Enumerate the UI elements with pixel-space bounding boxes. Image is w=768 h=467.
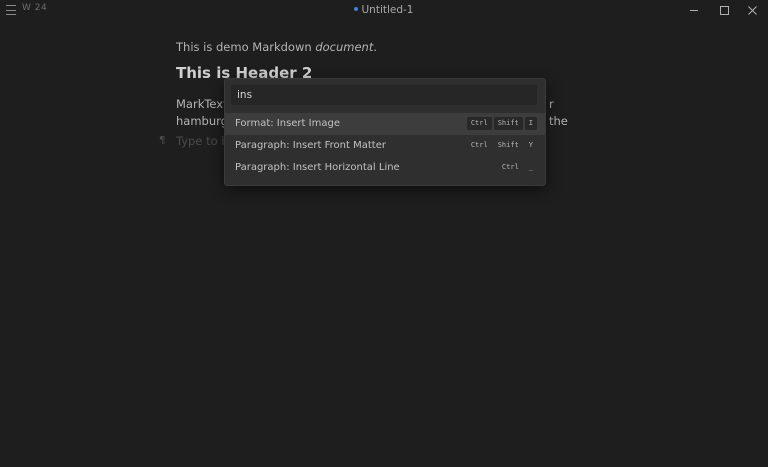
pilcrow-icon[interactable]: ¶ <box>159 135 165 146</box>
paragraph-1[interactable]: This is demo Markdown document. <box>176 39 377 56</box>
command-palette: Format: Insert Image Ctrl Shift I Paragr… <box>224 78 546 186</box>
command-item-insert-image[interactable]: Format: Insert Image Ctrl Shift I <box>225 113 545 135</box>
emphasis-text: document <box>315 40 374 54</box>
title-bar: W 24 Untitled-1 <box>0 0 768 22</box>
document-title: Untitled-1 <box>0 4 768 16</box>
key-ctrl: Ctrl <box>470 141 488 149</box>
command-item-insert-front-matter[interactable]: Paragraph: Insert Front Matter Ctrl Shif… <box>225 135 545 157</box>
document-title-text: Untitled-1 <box>361 4 414 16</box>
command-item-insert-horizontal-line[interactable]: Paragraph: Insert Horizontal Line Ctrl _ <box>225 157 545 179</box>
key-shift: Shift <box>493 117 523 130</box>
key-y: Y <box>528 141 533 149</box>
key-ctrl: Ctrl <box>501 163 519 171</box>
close-icon <box>747 5 757 15</box>
key-ctrl: Ctrl <box>466 117 492 130</box>
minimize-button[interactable] <box>686 3 702 17</box>
key-i: I <box>524 117 537 130</box>
shortcut-keys: Ctrl Shift Y <box>467 139 537 152</box>
shortcut-keys: Ctrl Shift I <box>466 117 537 130</box>
maximize-icon <box>719 5 729 15</box>
minimize-icon <box>690 9 698 11</box>
close-button[interactable] <box>744 3 760 17</box>
unsaved-dot-icon <box>354 7 359 11</box>
key-underscore: _ <box>528 163 533 171</box>
key-shift: Shift <box>497 141 519 149</box>
maximize-button[interactable] <box>716 3 732 17</box>
shortcut-keys: Ctrl _ <box>498 161 537 174</box>
command-search-input[interactable] <box>231 85 537 105</box>
